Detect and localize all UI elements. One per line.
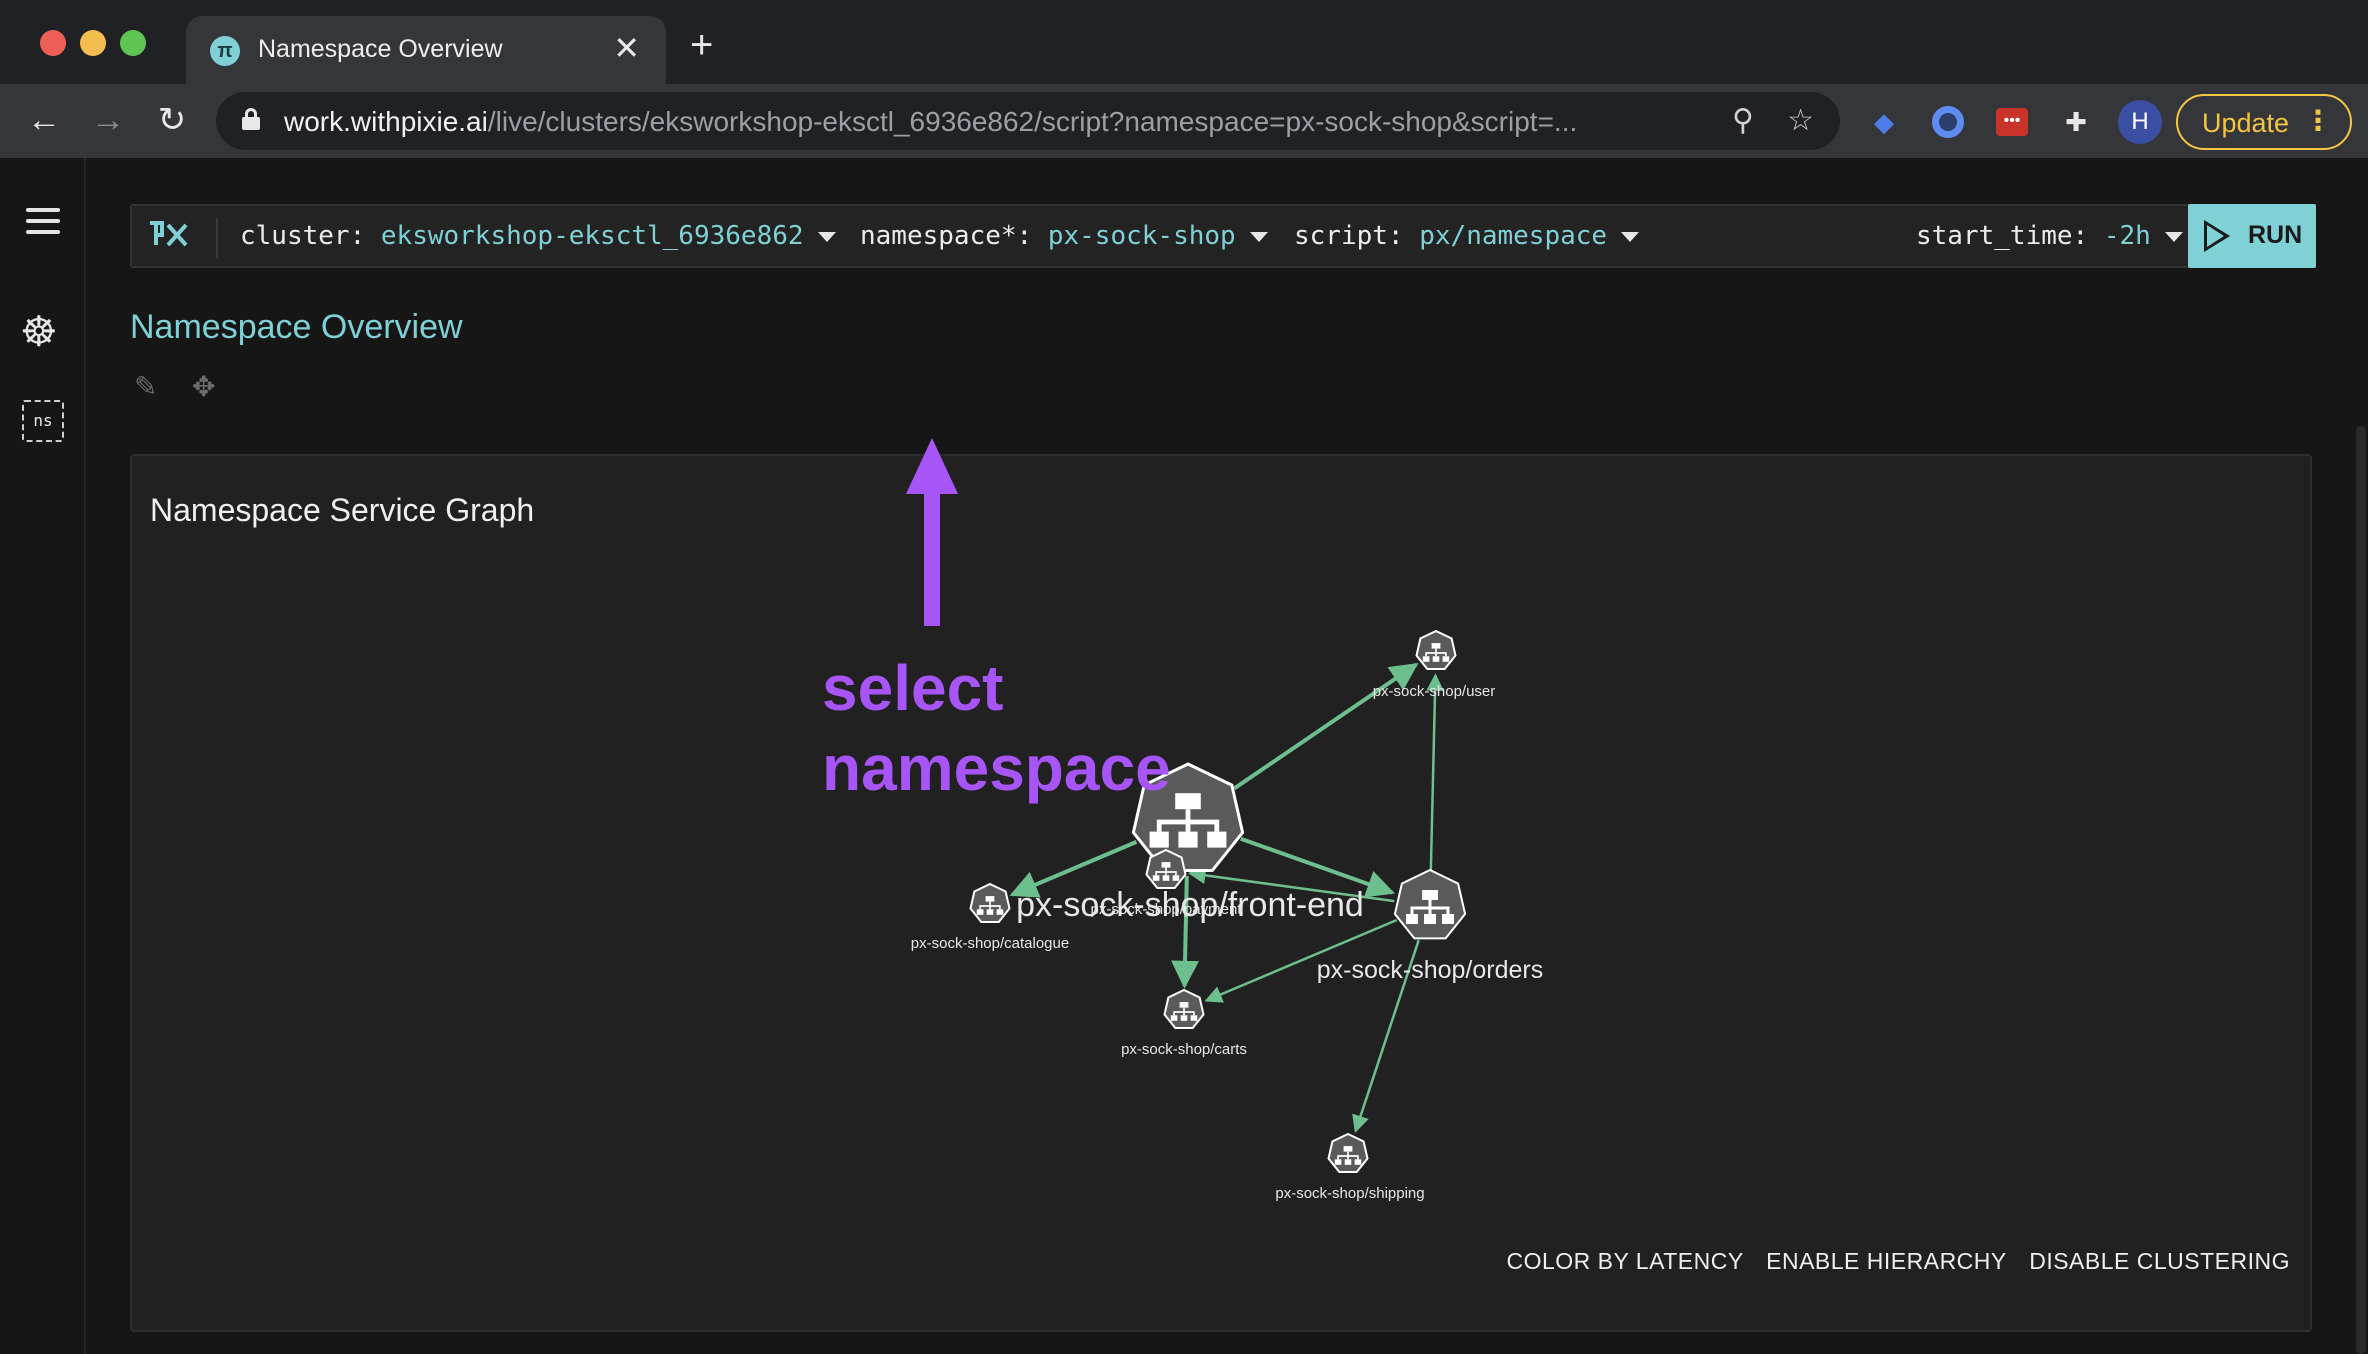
- color-by-latency-button[interactable]: COLOR BY LATENCY: [1506, 1248, 1743, 1275]
- update-button[interactable]: Update ⋮: [2176, 94, 2352, 150]
- update-label: Update: [2202, 108, 2290, 138]
- reload-icon[interactable]: ↻: [146, 94, 198, 146]
- node-label: px-sock-shop/carts: [1121, 1041, 1247, 1058]
- pixie-logo-icon: [148, 219, 194, 257]
- url-host: work.withpixie.ai: [284, 106, 488, 137]
- graph-node-shipping[interactable]: px-sock-shop/shipping: [1275, 1132, 1425, 1202]
- forward-icon[interactable]: →: [82, 94, 134, 146]
- namespace-value: px-sock-shop: [1047, 221, 1236, 251]
- close-window-button[interactable]: [40, 30, 66, 56]
- browser-tab-active[interactable]: π Namespace Overview ✕: [186, 16, 666, 84]
- move-layout-icon[interactable]: ✥: [192, 372, 215, 402]
- tab-title: Namespace Overview: [258, 35, 503, 63]
- graph-options: COLOR BY LATENCY ENABLE HIERARCHY DISABL…: [1488, 1248, 2290, 1275]
- namespace-selector[interactable]: namespace*: px-sock-shop: [860, 221, 1268, 251]
- run-label: RUN: [2248, 221, 2303, 249]
- node-label: px-sock-shop/catalogue: [911, 935, 1069, 952]
- page-scrollbar[interactable]: [2356, 426, 2366, 1354]
- minimize-window-button[interactable]: [80, 30, 106, 56]
- pixie-favicon-icon: π: [210, 36, 240, 66]
- cluster-key: cluster:: [240, 221, 366, 251]
- node-label: px-sock-shop/shipping: [1275, 1185, 1424, 1202]
- node-label: px-sock-shop/user: [1373, 683, 1496, 700]
- service-graph[interactable]: px-sock-shop/front-endpx-sock-shop/userp…: [132, 456, 2314, 1334]
- annotation-line-1: select: [822, 652, 1004, 724]
- start-time-value: -2h: [2103, 221, 2151, 251]
- script-selector[interactable]: script: px/namespace: [1294, 221, 1640, 251]
- namespace-nav-icon[interactable]: ns: [22, 400, 64, 442]
- disable-clustering-button[interactable]: DISABLE CLUSTERING: [2029, 1248, 2290, 1275]
- node-label: px-sock-shop/orders: [1317, 956, 1543, 984]
- extensions-puzzle-icon[interactable]: ✚: [2056, 102, 2096, 142]
- graph-node-user[interactable]: px-sock-shop/user: [1373, 629, 1496, 700]
- start-time-key: start_time:: [1916, 221, 2089, 251]
- chevron-down-icon[interactable]: [1621, 231, 1640, 242]
- address-bar[interactable]: work.withpixie.ai/live/clusters/eksworks…: [216, 92, 1840, 150]
- password-extension-icon[interactable]: •••: [1992, 102, 2032, 142]
- bookmark-star-icon[interactable]: ☆: [1787, 100, 1814, 142]
- script-key: script:: [1294, 221, 1404, 251]
- cluster-selector[interactable]: cluster: eksworkshop-eksctl_6936e862: [240, 221, 836, 251]
- profile-avatar[interactable]: H: [2118, 100, 2162, 144]
- gem-extension-icon[interactable]: ◆: [1864, 102, 1904, 142]
- side-nav: ☸ ns: [0, 158, 86, 1354]
- play-icon: [2204, 220, 2230, 252]
- hamburger-menu-icon[interactable]: [26, 208, 60, 241]
- start-time-selector[interactable]: start_time: -2h: [1916, 221, 2183, 251]
- enable-hierarchy-button[interactable]: ENABLE HIERARCHY: [1766, 1248, 2007, 1275]
- chevron-down-icon[interactable]: [817, 231, 836, 242]
- url-text[interactable]: work.withpixie.ai/live/clusters/eksworks…: [284, 106, 1577, 138]
- command-bar: cluster: eksworkshop-eksctl_6936e862 nam…: [130, 204, 2316, 268]
- kebab-menu-icon[interactable]: ⋮: [2304, 106, 2332, 136]
- back-icon[interactable]: ←: [18, 94, 70, 146]
- service-graph-card: Namespace Service Graph px-sock-shop/fro…: [130, 454, 2312, 1332]
- kubernetes-helm-icon[interactable]: ☸: [20, 310, 58, 354]
- browser-toolbar: ← → ↻ work.withpixie.ai/live/clusters/ek…: [0, 84, 2368, 158]
- url-path: /live/clusters/eksworkshop-eksctl_6936e8…: [487, 106, 1578, 137]
- new-tab-button[interactable]: +: [690, 25, 713, 65]
- lock-icon[interactable]: [242, 108, 260, 130]
- run-button[interactable]: RUN: [2188, 204, 2316, 268]
- annotation-line-2: namespace: [822, 732, 1171, 804]
- graph-node-carts[interactable]: px-sock-shop/carts: [1121, 988, 1247, 1058]
- namespace-key: namespace*:: [860, 221, 1033, 251]
- graph-edge-orders-to-user[interactable]: [1426, 673, 1444, 871]
- close-tab-icon[interactable]: ✕: [613, 30, 640, 66]
- cluster-value: eksworkshop-eksctl_6936e862: [380, 221, 804, 251]
- script-value: px/namespace: [1419, 221, 1608, 251]
- maximize-window-button[interactable]: [120, 30, 146, 56]
- page-title: Namespace Overview: [130, 308, 463, 346]
- node-label: px-sock-shop/payment: [1091, 901, 1243, 918]
- annotation-arrow-icon: [906, 438, 958, 626]
- chevron-down-icon[interactable]: [1249, 231, 1268, 242]
- edit-icon[interactable]: ✎: [134, 372, 157, 402]
- browser-titlebar: π Namespace Overview ✕ +: [0, 0, 2368, 84]
- circle-extension-icon[interactable]: [1928, 102, 1968, 142]
- pixie-app: ☸ ns cluster: eksworkshop-eksctl_6936e86…: [0, 158, 2368, 1354]
- annotation-text: select namespace: [822, 648, 1242, 808]
- chevron-down-icon[interactable]: [2164, 231, 2183, 242]
- zoom-icon[interactable]: ⚲: [1732, 100, 1754, 142]
- command-bar-divider: [216, 218, 218, 258]
